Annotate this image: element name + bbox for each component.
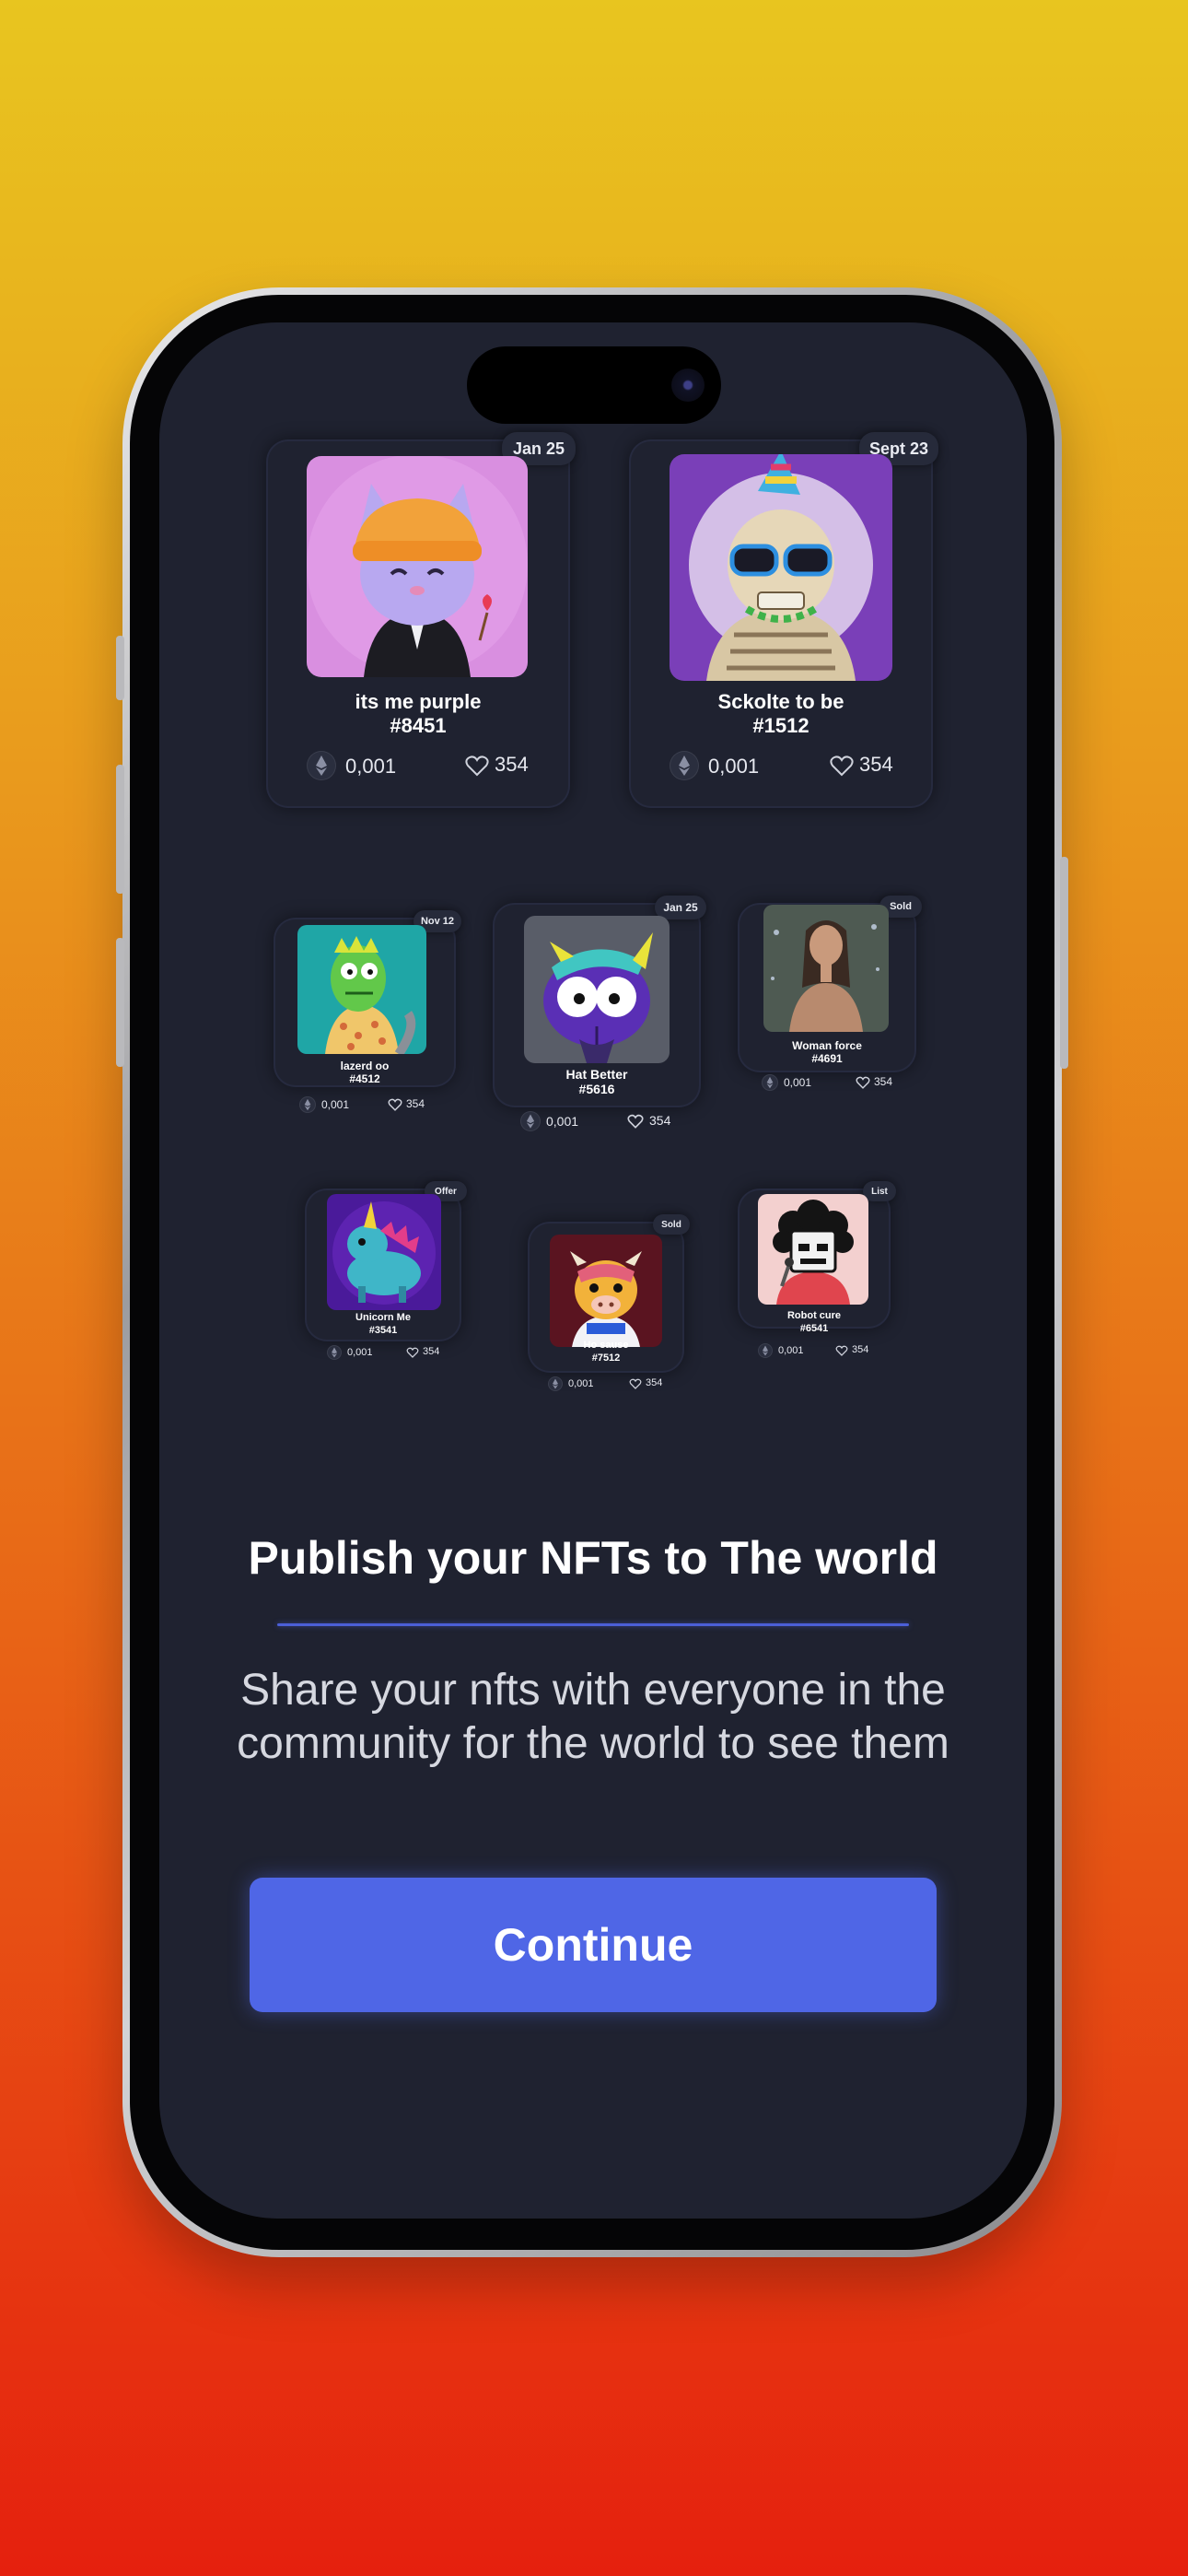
volume-up-button xyxy=(116,765,124,894)
nft-price: 0,001 xyxy=(708,755,760,778)
nft-meta-row: 0,001 354 xyxy=(493,1111,701,1133)
nft-image-woman-figure xyxy=(763,905,889,1032)
nft-likes: 354 xyxy=(859,753,893,776)
nft-status-badge: List xyxy=(863,1181,896,1201)
ethereum-icon xyxy=(307,751,336,780)
app-screen: Jan 25 its me purple #8451 0,001 354 Sep… xyxy=(159,322,1027,2219)
nft-meta-row: 0,001 354 xyxy=(305,1345,461,1362)
purple-hat-creature-art xyxy=(524,916,670,1063)
onboarding-subtitle: Share your nfts with everyone in the com… xyxy=(237,1666,949,1768)
nft-meta-row: 0,001 354 xyxy=(629,751,933,782)
nft-name: Hat Better xyxy=(565,1067,628,1082)
action-button xyxy=(116,636,124,700)
nft-card[interactable]: Jan 25 Hat Better #5616 0,001 354 xyxy=(493,896,706,1131)
nft-image-party-skeleton xyxy=(670,454,892,681)
title-divider xyxy=(277,1623,909,1626)
heart-icon[interactable] xyxy=(856,1076,870,1089)
nft-likes: 354 xyxy=(874,1075,893,1088)
dynamic-island xyxy=(467,346,721,424)
nft-likes: 354 xyxy=(495,753,529,776)
nft-name: lazerd oo xyxy=(340,1060,390,1072)
nft-likes: 354 xyxy=(406,1097,425,1110)
party-skeleton-art xyxy=(670,454,892,681)
nft-number: #5616 xyxy=(578,1082,615,1096)
robot-afro-art xyxy=(758,1194,868,1305)
nft-price: 0,001 xyxy=(546,1114,579,1129)
nft-image-purple-cat xyxy=(307,456,528,677)
ethereum-icon xyxy=(758,1343,773,1358)
nft-image-purple-hat-creature xyxy=(524,916,670,1063)
power-button xyxy=(1060,857,1068,1069)
ethereum-icon xyxy=(299,1096,316,1113)
nft-meta-row: 0,001 354 xyxy=(266,751,570,782)
nft-number: #8451 xyxy=(390,714,447,737)
nft-card[interactable]: Sept 23 Sckolte to be #1512 0,001 354 xyxy=(629,432,938,808)
camera-icon xyxy=(671,369,705,402)
nft-name: Woman force xyxy=(792,1039,862,1052)
continue-button[interactable]: Continue xyxy=(250,1878,937,2012)
nft-price: 0,001 xyxy=(784,1076,812,1089)
nft-price: 0,001 xyxy=(345,755,397,778)
woman-figure-art xyxy=(763,905,889,1032)
nft-meta-row: 0,001 354 xyxy=(528,1376,684,1393)
nft-likes: 354 xyxy=(649,1113,671,1128)
blue-unicorn-art xyxy=(327,1194,441,1310)
ethereum-icon xyxy=(762,1074,778,1091)
nft-card[interactable]: List Robot cure #6541 0,001 354 xyxy=(738,1181,896,1358)
ethereum-icon xyxy=(327,1345,342,1360)
purple-cat-art xyxy=(307,456,528,677)
nft-meta-row: 0,001 354 xyxy=(274,1096,456,1115)
heart-icon[interactable] xyxy=(627,1114,644,1129)
nft-number: #3541 xyxy=(368,1325,398,1336)
nft-card[interactable]: Sold Ho sause #7512 0,001 354 xyxy=(528,1214,690,1391)
heart-icon[interactable] xyxy=(830,755,854,777)
ethereum-icon xyxy=(670,751,699,780)
nft-price: 0,001 xyxy=(778,1345,804,1356)
nft-card[interactable]: Jan 25 its me purple #8451 0,001 354 xyxy=(266,432,576,808)
nft-price: 0,001 xyxy=(321,1098,350,1111)
nft-card[interactable]: Offer Unicorn Me #3541 0,001 354 xyxy=(305,1181,467,1360)
nft-image-cow-character xyxy=(550,1235,662,1347)
volume-down-button xyxy=(116,938,124,1067)
heart-icon[interactable] xyxy=(406,1347,419,1358)
nft-number: #1512 xyxy=(752,714,809,737)
green-lizard-art xyxy=(297,925,426,1054)
nft-name: Sckolte to be xyxy=(717,690,844,713)
nft-image-blue-unicorn xyxy=(327,1194,441,1310)
nft-meta-row: 0,001 354 xyxy=(738,1074,916,1093)
nft-name: Unicorn Me xyxy=(355,1312,411,1323)
nft-meta-row: 0,001 354 xyxy=(738,1343,891,1360)
nft-number: #4691 xyxy=(811,1052,843,1065)
nft-card[interactable]: Sold Woman force #4691 0,001 354 xyxy=(738,896,922,1091)
nft-price: 0,001 xyxy=(347,1347,373,1358)
nft-likes: 354 xyxy=(646,1377,663,1388)
nft-image-robot-afro xyxy=(758,1194,868,1305)
nft-number: #7512 xyxy=(591,1352,621,1364)
cow-character-art xyxy=(550,1235,662,1347)
nft-image-green-lizard xyxy=(297,925,426,1054)
nft-status-badge: Sold xyxy=(653,1214,690,1235)
nft-price: 0,001 xyxy=(568,1378,594,1389)
nft-name: Robot cure xyxy=(786,1310,842,1321)
nft-number: #6541 xyxy=(799,1323,829,1334)
ethereum-icon xyxy=(548,1376,563,1391)
nft-name: Ho sause xyxy=(583,1340,629,1351)
ethereum-icon xyxy=(520,1111,541,1131)
onboarding-title: Publish your NFTs to The world xyxy=(248,1532,938,1584)
nft-likes: 354 xyxy=(423,1346,440,1357)
nft-card[interactable]: Nov 12 lazerd oo #4512 0,001 354 xyxy=(274,910,461,1113)
heart-icon[interactable] xyxy=(629,1378,642,1389)
nft-name: its me purple xyxy=(355,690,482,713)
heart-icon[interactable] xyxy=(835,1345,848,1356)
heart-icon[interactable] xyxy=(465,755,489,777)
heart-icon[interactable] xyxy=(388,1098,402,1111)
nft-likes: 354 xyxy=(852,1344,869,1355)
nft-number: #4512 xyxy=(349,1072,380,1085)
